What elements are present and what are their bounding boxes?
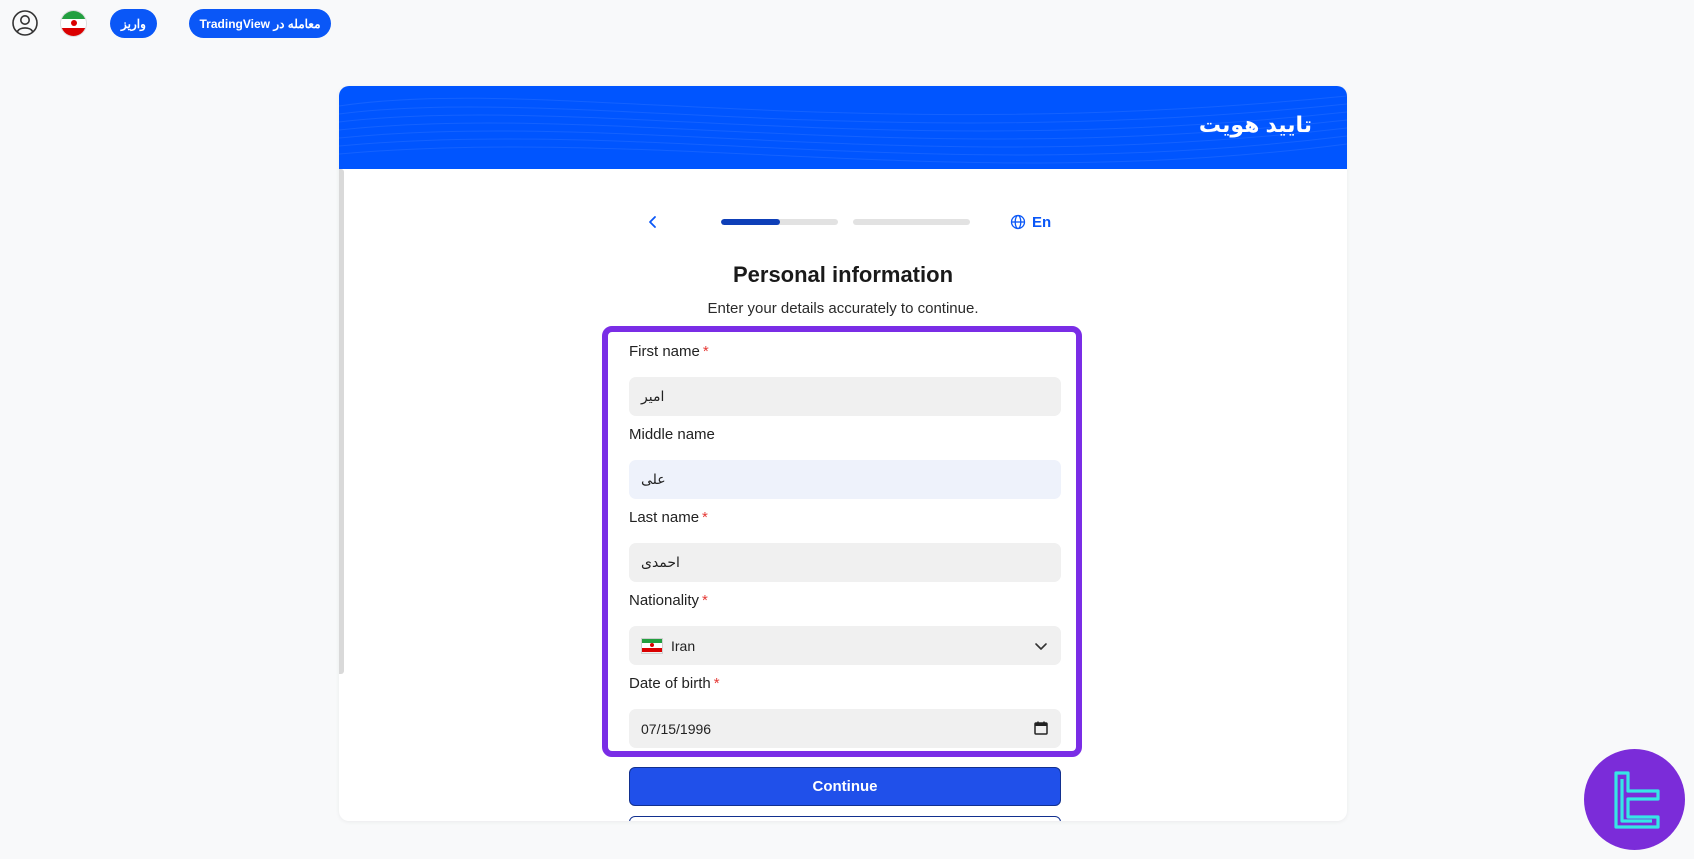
- iran-flag-icon[interactable]: [60, 10, 87, 37]
- nationality-label: Nationality *: [629, 592, 708, 609]
- last-name-value: احمدی: [641, 554, 680, 570]
- date-of-birth-input[interactable]: 07/15/1996: [629, 709, 1061, 748]
- chevron-left-icon: [649, 216, 656, 228]
- first-name-field: First name * امیر: [629, 342, 1061, 416]
- iran-flag-icon: [641, 637, 663, 654]
- middle-name-input[interactable]: علی: [629, 460, 1061, 499]
- first-name-label: First name *: [629, 343, 709, 360]
- date-of-birth-value: 07/15/1996: [641, 720, 712, 737]
- nationality-select[interactable]: Iran: [629, 626, 1061, 665]
- trade-tradingview-button[interactable]: معامله در TradingView: [189, 9, 331, 38]
- card-header: تایید هویت: [339, 86, 1347, 169]
- first-name-value: امیر: [641, 388, 665, 404]
- date-of-birth-label: Date of birth *: [629, 675, 720, 692]
- continue-button[interactable]: Continue: [629, 767, 1061, 806]
- middle-name-label: Middle name: [629, 426, 715, 443]
- form-title: Personal information: [732, 262, 954, 287]
- language-label: En: [1032, 213, 1052, 231]
- secondary-button[interactable]: [629, 816, 1061, 821]
- last-name-label: Last name *: [629, 509, 708, 526]
- step-1-progress-fill: [721, 219, 780, 225]
- calendar-icon[interactable]: [1033, 720, 1049, 736]
- date-of-birth-field: Date of birth * 07/15/1996: [629, 674, 1061, 748]
- required-mark: *: [702, 592, 708, 609]
- last-name-field: Last name * احمدی: [629, 508, 1061, 582]
- verification-card: تایید هویت En Personal information Enter…: [339, 86, 1347, 821]
- page-title: تایید هویت: [1198, 112, 1312, 137]
- brand-logo: [1584, 749, 1685, 850]
- required-mark: *: [702, 343, 709, 360]
- form-subtitle: Enter your details accurately to continu…: [707, 300, 979, 317]
- step-2-progress: [853, 219, 970, 225]
- middle-name-field: Middle name علی: [629, 425, 1061, 499]
- top-bar: واریز معامله در TradingView: [0, 0, 1694, 46]
- nationality-value: Iran: [671, 637, 696, 654]
- user-circle-icon[interactable]: [12, 10, 38, 36]
- language-switch[interactable]: En: [1010, 210, 1051, 234]
- required-mark: *: [702, 509, 708, 526]
- header-wave-pattern: [339, 95, 1347, 164]
- step-1-progress: [721, 219, 838, 225]
- middle-name-value: علی: [641, 471, 666, 487]
- last-name-input[interactable]: احمدی: [629, 543, 1061, 582]
- deposit-button[interactable]: واریز: [110, 9, 157, 38]
- scrollbar[interactable]: [339, 169, 344, 674]
- globe-icon: [1010, 214, 1026, 230]
- chevron-down-icon: [1035, 643, 1047, 650]
- first-name-input[interactable]: امیر: [629, 377, 1061, 416]
- back-button[interactable]: [641, 210, 665, 234]
- required-mark: *: [713, 675, 720, 692]
- nationality-field: Nationality * Iran: [629, 591, 1061, 665]
- brand-logo-icon: [1613, 770, 1660, 829]
